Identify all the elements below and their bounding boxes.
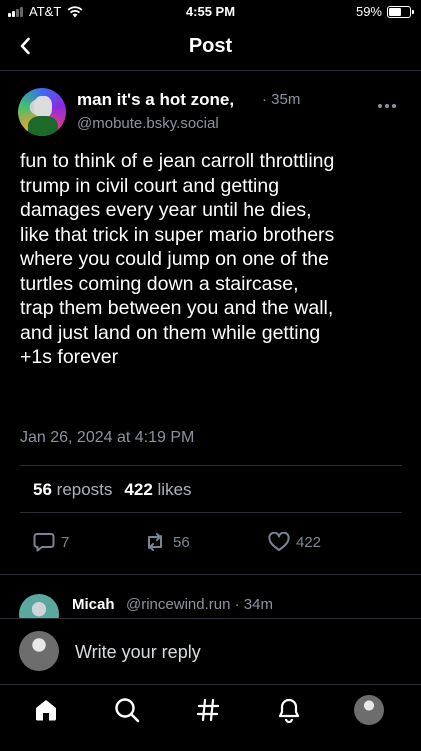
post-text-line: trump in civil court and getting [20,174,280,197]
reply-input[interactable]: Write your reply [75,642,201,663]
status-right: 59% [355,4,414,19]
reply-composer[interactable]: Write your reply [0,618,421,685]
post-text-line: like that trick in super mario brothers [20,223,335,246]
reply-author-name[interactable]: Micah [72,596,115,613]
post-text: fun to think of e jean carroll throttlin… [20,149,410,370]
repost-button[interactable]: 56 [143,532,190,552]
dot-icon [385,104,389,108]
post-date: Jan 26, 2024 at 4:19 PM [20,429,195,446]
post-text-line: where you could jump on one of the [20,248,329,270]
post-text-line: fun to think of e jean carroll throttlin… [20,150,335,172]
tab-home[interactable] [31,695,61,725]
tab-profile[interactable] [354,695,384,725]
post-header: Post [0,24,421,71]
comment-icon [33,533,55,552]
repost-count: 56 [173,533,190,551]
post-text-line: damages every year until he dies, [20,199,312,221]
post-age: · 35m [262,91,301,108]
status-bar: AT&T 4:55 PM 59% [0,0,421,24]
author-name[interactable]: man it's a hot zone, [77,90,234,110]
bottom-tab-bar [0,684,421,751]
tab-search[interactable] [112,695,142,725]
notifications-icon [278,698,300,723]
search-icon [115,698,140,723]
dot-icon [378,104,382,108]
post-text-line: +1s forever [20,346,119,368]
repost-icon [148,533,162,551]
reply-avatar[interactable] [19,594,59,618]
engagement-stats: 56 reposts 422 likes [33,480,192,500]
divider [20,465,402,466]
post-text-line: and just land on them while getting [20,321,321,344]
author-avatar[interactable] [18,88,66,136]
divider [20,512,402,513]
author-handle[interactable]: @mobute.bsky.social [77,115,219,132]
dot-icon [392,104,396,108]
reposts-stat[interactable]: 56 reposts [33,480,112,500]
reposts-count: 56 [33,480,52,499]
likes-label: likes [157,480,192,499]
like-count: 422 [296,533,322,551]
tab-feeds[interactable] [193,695,223,725]
user-avatar [19,631,59,671]
more-options-button[interactable] [378,101,400,111]
reply-author-handle: @rincewind.run · 34m [126,596,273,613]
reply-item[interactable]: Micah @rincewind.run · 34m [0,586,421,618]
hashtag-icon [196,698,220,722]
battery-icon [387,5,414,18]
tab-notifications[interactable] [274,695,304,725]
post-actions: 7 56 422 [0,532,421,556]
page-title: Post [188,35,233,57]
post-text-line: trap them between you and the wall, [20,297,334,319]
heart-icon [268,532,290,551]
likes-stat[interactable]: 422 likes [124,480,191,500]
post-text-line: turtles coming down a staircase, [20,272,299,295]
battery-percent: 59% [355,4,382,19]
likes-count: 422 [124,480,153,499]
reply-count: 7 [61,533,70,551]
divider [0,574,421,575]
profile-avatar [354,695,384,725]
reply-button[interactable]: 7 [33,532,69,552]
reposts-label: reposts [56,480,113,499]
home-icon [36,700,56,721]
like-button[interactable]: 422 [268,532,321,552]
